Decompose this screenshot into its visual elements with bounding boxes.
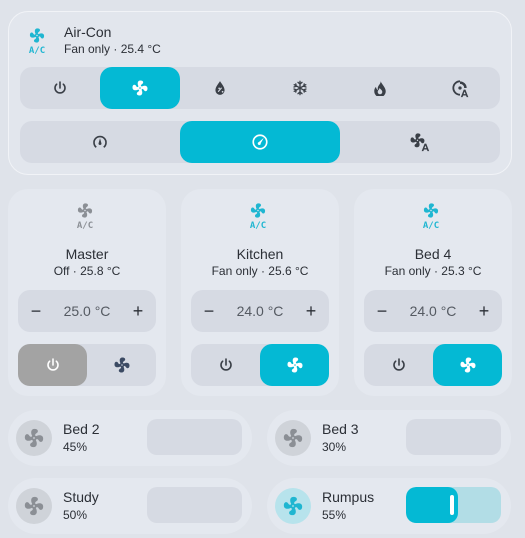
power-button[interactable] xyxy=(18,344,87,386)
aircon-status: Fan only · 25.4 °C xyxy=(64,42,161,56)
snowflake-icon xyxy=(293,80,307,96)
mode-heat-button[interactable] xyxy=(340,67,420,109)
zone-card-rumpus: Rumpus 55% xyxy=(267,478,511,534)
room-status: Fan only · 25.6 °C xyxy=(211,264,309,278)
setpoint-value: 24.0 °C xyxy=(236,303,284,319)
fan-auto-icon xyxy=(410,133,430,152)
power-icon xyxy=(54,81,66,94)
ac-icon: A/C xyxy=(75,203,95,234)
ac-icon: A/C xyxy=(27,28,47,59)
zone-slider[interactable] xyxy=(406,487,501,523)
zone-percent: 55% xyxy=(322,508,347,522)
fan-button[interactable] xyxy=(433,344,502,386)
flame-icon xyxy=(374,81,386,96)
room-status: Off · 25.8 °C xyxy=(53,264,121,278)
svg-text:A/C: A/C xyxy=(29,46,45,54)
mode-auto-button[interactable] xyxy=(420,67,500,109)
zone-slider-thumb[interactable] xyxy=(450,495,455,515)
fan-low-icon xyxy=(93,135,107,148)
temperature-stepper: − 24.0 °C + xyxy=(364,290,502,332)
fan-icon[interactable] xyxy=(275,420,311,456)
fan-icon xyxy=(114,357,129,373)
mode-cool-button[interactable] xyxy=(260,67,340,109)
zone-name: Bed 3 xyxy=(322,421,359,437)
decrease-button[interactable]: − xyxy=(364,301,400,322)
increase-button[interactable]: + xyxy=(120,301,156,322)
zone-name: Study xyxy=(63,489,99,505)
mode-dry-button[interactable] xyxy=(180,67,260,109)
setpoint-value: 25.0 °C xyxy=(63,303,111,319)
fan-button[interactable] xyxy=(87,344,156,386)
power-button[interactable] xyxy=(364,344,433,386)
zone-percent: 50% xyxy=(63,508,88,522)
zone-slider[interactable] xyxy=(147,419,242,455)
fan-low-button[interactable] xyxy=(20,121,180,163)
room-card-bed4: A/C Bed 4 Fan only · 25.3 °C − 24.0 °C + xyxy=(354,189,512,396)
svg-text:A/C: A/C xyxy=(77,221,93,229)
ac-icon: A/C xyxy=(248,203,268,234)
aircon-title: Air-Con xyxy=(64,24,112,40)
fan-icon[interactable] xyxy=(16,420,52,456)
fan-auto-button[interactable] xyxy=(340,121,500,163)
mode-fan-button[interactable] xyxy=(100,67,180,109)
decrease-button[interactable]: − xyxy=(191,301,227,322)
mode-off-button[interactable] xyxy=(20,67,100,109)
temperature-stepper: − 24.0 °C + xyxy=(191,290,329,332)
fan-icon xyxy=(132,80,148,96)
zone-percent: 30% xyxy=(322,440,347,454)
mode-selector xyxy=(20,67,500,109)
setpoint-value: 24.0 °C xyxy=(409,303,457,319)
zone-card-bed2: Bed 2 45% xyxy=(8,410,252,466)
fan-medium-button[interactable] xyxy=(180,121,340,163)
aircon-card: A/C Air-Con Fan only · 25.4 °C xyxy=(8,11,512,175)
room-status: Fan only · 25.3 °C xyxy=(384,264,482,278)
power-icon xyxy=(46,358,59,371)
power-button[interactable] xyxy=(191,344,260,386)
power-icon xyxy=(392,358,405,371)
temperature-stepper: − 25.0 °C + xyxy=(18,290,156,332)
zone-slider[interactable] xyxy=(406,419,501,455)
room-controls xyxy=(191,344,329,386)
auto-mode-icon xyxy=(452,80,469,98)
room-controls xyxy=(18,344,156,386)
fan-icon xyxy=(460,357,475,373)
fan-medium-icon xyxy=(252,134,268,150)
dry-icon xyxy=(215,81,225,95)
zone-card-study: Study 50% xyxy=(8,478,252,534)
fan-icon[interactable] xyxy=(16,488,52,524)
svg-text:A/C: A/C xyxy=(250,221,266,229)
room-controls xyxy=(364,344,502,386)
room-card-kitchen: A/C Kitchen Fan only · 25.6 °C − 24.0 °C… xyxy=(181,189,339,396)
fan-speed-selector xyxy=(20,121,500,163)
decrease-button[interactable]: − xyxy=(18,301,54,322)
zone-percent: 45% xyxy=(63,440,88,454)
zone-name: Rumpus xyxy=(322,489,375,505)
increase-button[interactable]: + xyxy=(293,301,329,322)
zone-slider[interactable] xyxy=(147,487,242,523)
fan-icon[interactable] xyxy=(275,488,311,524)
svg-text:A/C: A/C xyxy=(423,221,439,229)
zone-card-bed3: Bed 3 30% xyxy=(267,410,511,466)
room-name: Master xyxy=(65,246,109,262)
room-card-master: A/C Master Off · 25.8 °C − 25.0 °C + xyxy=(8,189,166,396)
zone-name: Bed 2 xyxy=(63,421,100,437)
fan-icon xyxy=(287,357,302,373)
room-name: Kitchen xyxy=(236,246,284,262)
ac-icon: A/C xyxy=(421,203,441,234)
room-name: Bed 4 xyxy=(414,246,452,262)
power-icon xyxy=(219,358,232,371)
increase-button[interactable]: + xyxy=(466,301,502,322)
fan-button[interactable] xyxy=(260,344,329,386)
